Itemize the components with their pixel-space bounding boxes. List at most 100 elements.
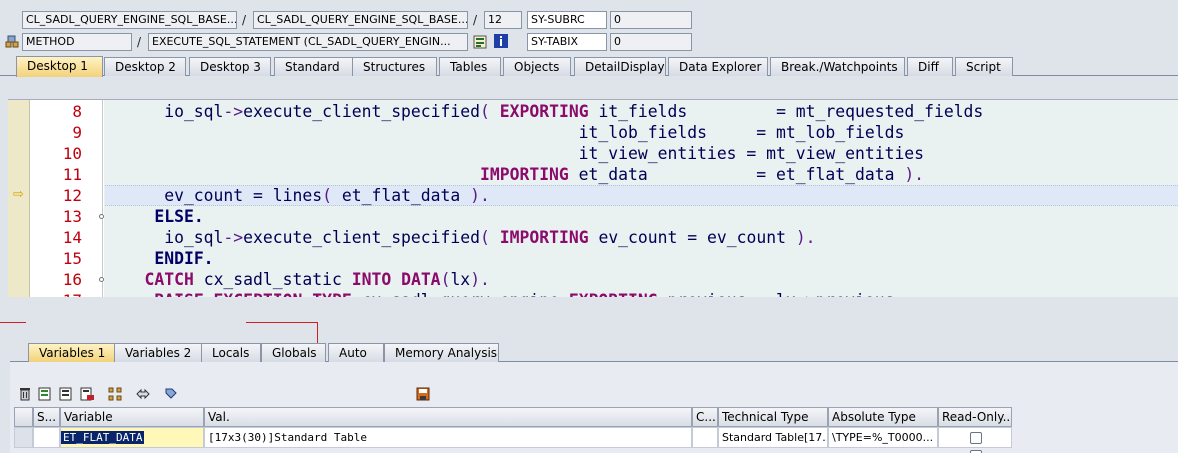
hierarchy-icon[interactable] <box>108 387 122 401</box>
line-number: 14 <box>62 228 82 247</box>
code-token: INTO <box>351 270 392 289</box>
variables-tab-bar: Variables 1 Variables 2 Locals Globals A… <box>10 342 1178 362</box>
code-token: ). <box>795 228 816 247</box>
desktop-tab-bar: Desktop 1 Desktop 2 Desktop 3 Standard S… <box>0 55 1178 77</box>
code-line[interactable]: io_sql->execute_client_specified( IMPORT… <box>105 227 816 248</box>
insert-row-icon[interactable] <box>38 387 52 401</box>
code-token: CATCH <box>144 270 194 289</box>
col-status[interactable]: S... <box>33 407 60 427</box>
code-line[interactable]: it_view_entities = mt_view_entities <box>105 143 924 164</box>
tag-icon[interactable] <box>164 387 178 401</box>
sysvar-name-1[interactable]: SY-SUBRC <box>527 11 607 29</box>
sysvar-value-1[interactable]: 0 <box>610 11 692 29</box>
event-field[interactable]: EXECUTE_SQL_STATEMENT (CL_SADL_QUERY_ENG… <box>148 33 468 51</box>
fold-guide <box>102 100 103 297</box>
code-line[interactable]: io_sql->execute_client_specified( EXPORT… <box>105 101 983 122</box>
code-token: ). <box>904 165 925 184</box>
code-token: ELSE. <box>154 207 204 226</box>
change-cell[interactable] <box>692 427 718 448</box>
col-value[interactable]: Val. <box>204 407 692 427</box>
status-cell[interactable] <box>33 427 60 448</box>
line-number: 10 <box>62 144 82 163</box>
absolute-type-cell[interactable]: \TYPE=%_T0000... <box>828 427 938 448</box>
value-cell[interactable]: [17x3(30)]Standard Table <box>204 427 692 448</box>
variable-name: ET_FLAT_DATA <box>61 431 145 444</box>
program-field[interactable]: CL_SADL_QUERY_ENGINE_SQL_BASE... <box>22 11 237 29</box>
code-token: it_fields = mt_requested_fields <box>588 102 984 121</box>
code-token: it_view_entities = mt_view_entities <box>105 144 925 163</box>
delete-row-icon[interactable] <box>80 387 94 401</box>
tab-variables-2[interactable]: Variables 2 <box>114 343 203 362</box>
col-variable[interactable]: Variable <box>60 407 204 427</box>
line-field[interactable]: 12 <box>484 11 522 29</box>
separator: / <box>137 35 142 49</box>
code-line[interactable]: ev_count = lines( et_flat_data ). <box>105 185 490 206</box>
tab-variables-1[interactable]: Variables 1 <box>28 343 116 362</box>
tab-desktop-3[interactable]: Desktop 3 <box>189 57 271 76</box>
code-line[interactable]: CATCH cx_sadl_static INTO DATA(lx). <box>105 269 490 290</box>
variable-cell[interactable]: ET_FLAT_DATA <box>60 427 204 448</box>
change-row-icon[interactable] <box>59 387 73 401</box>
tab-auto[interactable]: Auto <box>328 343 384 362</box>
code-token: -> <box>223 228 244 247</box>
fold-marker-icon[interactable] <box>99 214 104 219</box>
tab-desktop-2[interactable]: Desktop 2 <box>104 57 186 76</box>
sysvar-value-2[interactable]: 0 <box>610 33 692 51</box>
tab-detail-display[interactable]: DetailDisplay <box>574 57 666 76</box>
tab-script[interactable]: Script <box>955 57 1013 76</box>
event-type-field[interactable]: METHOD <box>22 33 132 51</box>
tab-structures[interactable]: Structures <box>352 57 437 76</box>
tab-diff[interactable]: Diff <box>907 57 953 76</box>
read-only-checkbox[interactable] <box>970 432 982 444</box>
code-token: ( <box>440 270 451 289</box>
tab-objects[interactable]: Objects <box>503 57 571 76</box>
tab-memory-analysis[interactable]: Memory Analysis <box>384 343 499 362</box>
code-line[interactable]: ELSE. <box>105 206 204 227</box>
tab-standard[interactable]: Standard <box>274 57 353 76</box>
tab-desktop-1[interactable]: Desktop 1 <box>16 56 103 77</box>
fold-marker-icon[interactable] <box>99 277 104 282</box>
sysvar-name-2[interactable]: SY-TABIX <box>527 33 607 51</box>
red-marker-line <box>0 322 26 323</box>
code-token: ( <box>480 228 500 247</box>
code-token: io_sql <box>105 228 224 247</box>
row-selector-header[interactable] <box>14 407 33 427</box>
row-selector[interactable] <box>14 427 33 448</box>
tab-data-explorer[interactable]: Data Explorer <box>668 57 768 76</box>
code-token: ( <box>322 186 342 205</box>
col-change[interactable]: C... <box>692 407 718 427</box>
current-statement-arrow-icon: ⇨ <box>13 187 24 202</box>
code-token: cx_sadl_static <box>193 270 352 289</box>
code-line[interactable]: ENDIF. <box>105 248 213 269</box>
save-icon[interactable] <box>416 387 430 401</box>
code-token: ). <box>470 270 490 289</box>
line-number: 13 <box>62 207 82 226</box>
col-read-only[interactable]: Read-Only... <box>938 407 1012 427</box>
code-token: it_lob_fields = mt_lob_fields <box>105 123 905 142</box>
source-code-editor[interactable]: ⇨ 8 io_sql->execute_client_specified( EX… <box>8 99 1178 297</box>
include-field[interactable]: CL_SADL_QUERY_ENGINE_SQL_BASE... <box>253 11 468 29</box>
display-source-icon[interactable] <box>473 35 487 49</box>
red-marker-line <box>246 322 318 323</box>
tab-locals[interactable]: Locals <box>201 343 261 362</box>
line-number: 12 <box>62 186 82 205</box>
col-absolute-type[interactable]: Absolute Type <box>828 407 938 427</box>
navigate-icon[interactable] <box>136 387 150 401</box>
splitter[interactable] <box>0 297 1178 327</box>
delete-icon[interactable] <box>18 387 32 401</box>
tab-globals[interactable]: Globals <box>261 343 326 362</box>
tab-tables[interactable]: Tables <box>439 57 501 76</box>
info-icon[interactable] <box>494 34 508 48</box>
technical-type-cell[interactable]: Standard Table[17... <box>718 427 828 448</box>
col-technical-type[interactable]: Technical Type <box>718 407 828 427</box>
tab-breakpoints[interactable]: Break./Watchpoints <box>770 57 905 76</box>
code-line[interactable]: RAISE EXCEPTION TYPE cx_sadl_query_engin… <box>105 290 894 297</box>
separator: / <box>473 13 478 27</box>
code-line[interactable]: it_lob_fields = mt_lob_fields <box>105 122 905 143</box>
line-number: 16 <box>62 270 82 289</box>
code-line[interactable]: IMPORTING et_data = et_flat_data ). <box>105 164 924 185</box>
line-number: 11 <box>62 165 82 184</box>
